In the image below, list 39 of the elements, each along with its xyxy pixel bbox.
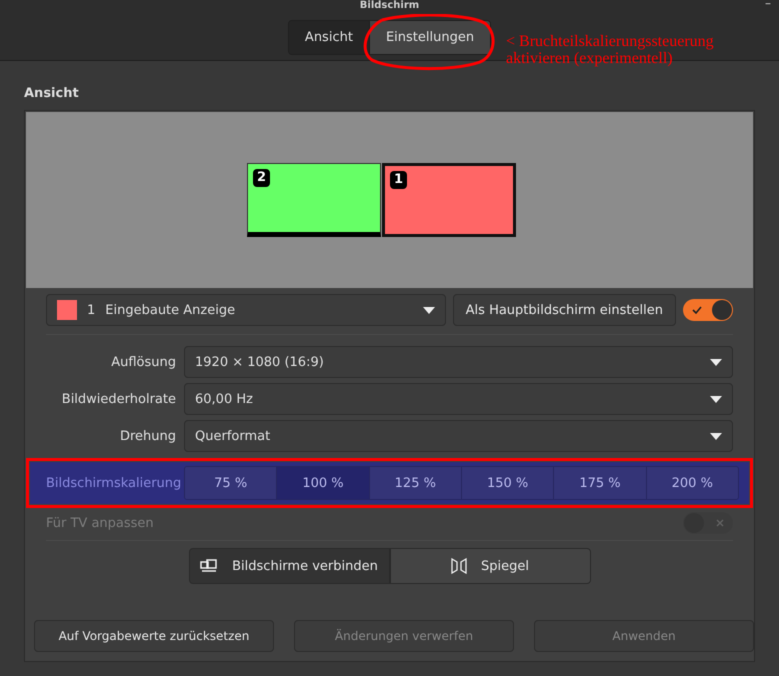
monitor-number: 2 [253, 169, 270, 187]
scale-option[interactable]: 100 % [276, 467, 369, 499]
setting-dropdown[interactable]: 1920 × 1080 (16:9) [184, 346, 733, 378]
scale-option[interactable]: 125 % [368, 467, 461, 499]
scale-option[interactable]: 175 % [553, 467, 646, 499]
minimize-button[interactable]: – [765, 0, 771, 10]
section-title: Ansicht [24, 85, 80, 103]
mode-button[interactable]: Bildschirme verbinden [188, 548, 390, 584]
monitor-tile[interactable]: 2 [247, 163, 381, 237]
setting-label: Auflösung [110, 354, 176, 370]
tab[interactable]: Einstellungen [368, 21, 490, 54]
caret-icon [710, 396, 722, 402]
caret-icon [422, 306, 435, 314]
cross-icon [716, 519, 724, 527]
setting-dropdown[interactable]: Querformat [184, 420, 733, 452]
tv-label: Für TV anpassen [46, 516, 154, 530]
footer-button[interactable]: Auf Vorgabewerte zurücksetzen [34, 620, 274, 652]
scale-option[interactable]: 150 % [460, 467, 554, 499]
window-title: Bildschirm [360, 0, 420, 12]
monitors-icon [200, 559, 218, 573]
scale-option[interactable]: 200 % [646, 467, 738, 499]
primary-display-button[interactable]: Als Hauptbildschirm einstellen [452, 294, 676, 326]
monitor-tile[interactable]: 1 [382, 163, 516, 237]
setting-label: Drehung [118, 428, 176, 444]
annotation-note: < Bruchteilskalierungssteuerung aktivieren (experimentell) [506, 33, 715, 67]
mode-button[interactable]: Spiegel [390, 548, 590, 584]
caret-icon [710, 358, 722, 366]
display-toggle[interactable] [683, 299, 733, 321]
tab[interactable]: Ansicht [288, 21, 369, 54]
setting-dropdown[interactable]: 60,00 Hz [184, 383, 733, 415]
check-icon [692, 306, 702, 314]
monitor-number: 1 [390, 171, 408, 189]
mirror-icon [451, 558, 467, 574]
setting-label: Bildwiederholrate [60, 392, 176, 406]
scale-option[interactable]: 75 % [185, 467, 276, 499]
display-number: 1 [87, 302, 96, 318]
caret-icon [710, 432, 722, 440]
display-dropdown[interactable]: 1 Eingebaute Anzeige [46, 294, 446, 326]
display-name: Eingebaute Anzeige [105, 302, 236, 318]
